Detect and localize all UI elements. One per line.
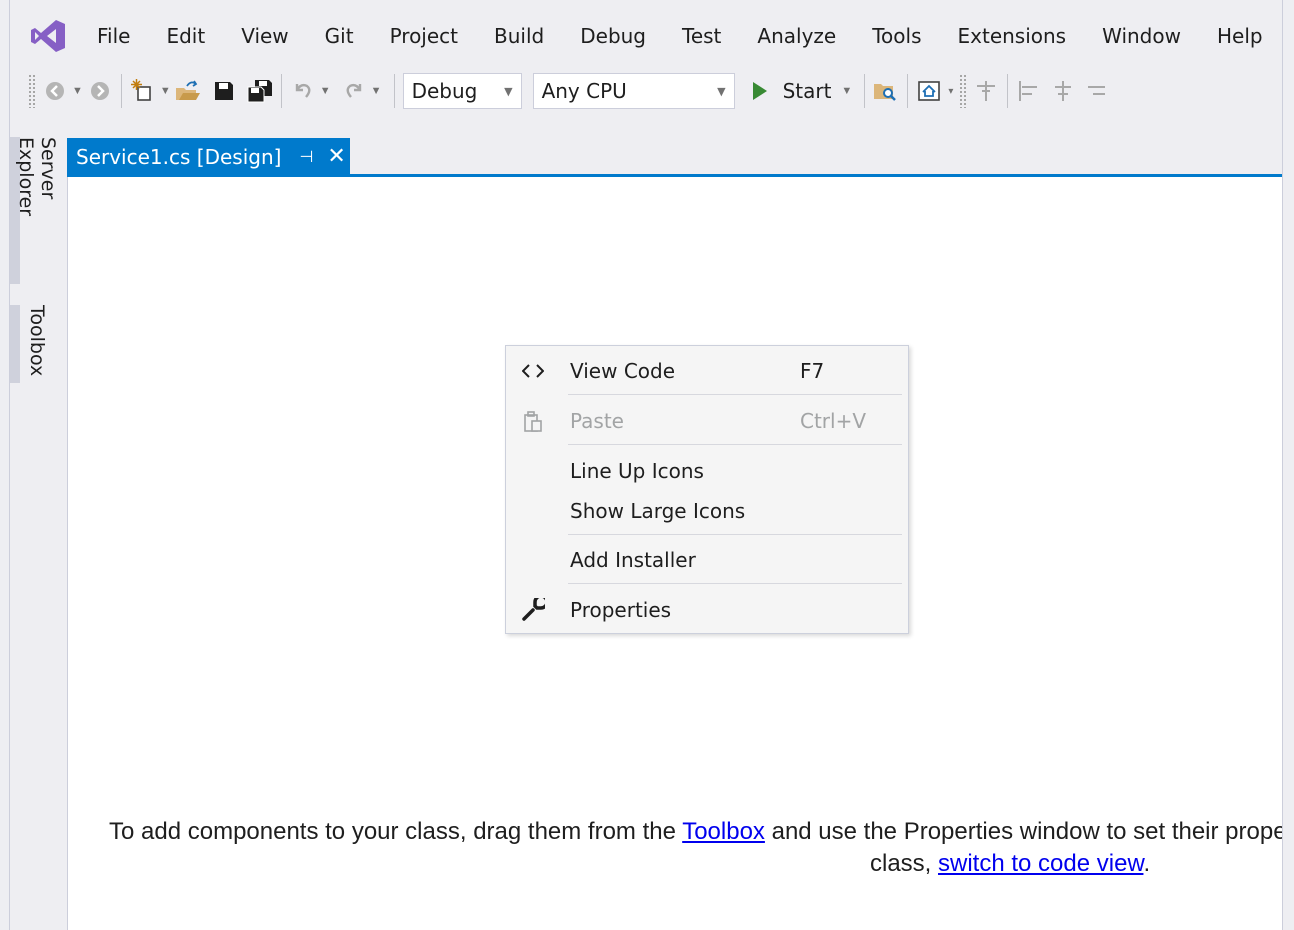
menu-project[interactable]: Project [372, 16, 476, 56]
menu-help[interactable]: Help [1199, 16, 1281, 56]
open-file-icon[interactable] [175, 74, 201, 108]
start-debugging-button[interactable]: Start [747, 79, 832, 103]
back-dropdown-icon[interactable]: ▼ [72, 85, 83, 97]
hint-text: To add components to your class, drag th… [109, 818, 683, 845]
standard-toolbar: ▼ ▼ ▼ ▼ Debug ▼ Any CPU ▼ Start ▼ ▾ [10, 66, 1282, 116]
align-rights-icon[interactable] [1082, 74, 1108, 108]
code-brackets-icon [506, 364, 560, 378]
view-code-label: View Code [570, 359, 676, 383]
redo-dropdown-icon[interactable]: ▼ [371, 85, 382, 97]
menu-bar: File Edit View Git Project Build Debug T… [10, 10, 1282, 62]
navigate-forward-icon[interactable] [87, 74, 113, 108]
solution-configuration-combo[interactable]: Debug ▼ [402, 73, 522, 109]
toolbar-grip[interactable] [959, 74, 968, 108]
toolbar-separator [280, 74, 282, 108]
save-all-icon[interactable] [247, 74, 273, 108]
find-in-files-icon[interactable] [873, 74, 899, 108]
navigate-back-icon[interactable] [42, 74, 68, 108]
menu-separator [568, 444, 902, 445]
save-icon[interactable] [211, 74, 237, 108]
browser-link-icon[interactable] [916, 74, 942, 108]
menu-window[interactable]: Window [1084, 16, 1199, 56]
menu-file[interactable]: File [79, 16, 148, 56]
menu-debug[interactable]: Debug [562, 16, 664, 56]
menu-build[interactable]: Build [476, 16, 562, 56]
visual-studio-logo-icon[interactable] [27, 15, 69, 57]
toolbar-overflow-icon[interactable]: ▾ [948, 86, 953, 97]
document-tab-service1-design[interactable]: Service1.cs [Design] ⊣ ✕ [67, 138, 350, 175]
server-explorer-tab[interactable]: Server Explorer [10, 137, 59, 284]
toolbar-grip[interactable] [28, 74, 36, 108]
designer-hint-area: To add components to your class, drag th… [67, 800, 1282, 900]
undo-icon[interactable] [290, 74, 316, 108]
chevron-down-icon: ▼ [717, 84, 726, 98]
toolbox-label: Toolbox [26, 305, 48, 377]
properties-label: Properties [570, 598, 672, 622]
toolbox-tab[interactable]: Toolbox [10, 305, 50, 383]
new-project-icon[interactable] [130, 74, 156, 108]
redo-icon[interactable] [341, 74, 367, 108]
designer-hint-line2: class, switch to code view. [870, 850, 1150, 878]
view-code-shortcut: F7 [800, 359, 825, 383]
align-to-grid-icon[interactable] [973, 74, 999, 108]
menu-item-add-installer[interactable]: Add Installer [506, 540, 908, 580]
solution-platform-value: Any CPU [541, 79, 627, 103]
server-explorer-label: Server Explorer [15, 137, 59, 217]
menu-item-line-up-icons[interactable]: Line Up Icons [506, 451, 908, 491]
menu-separator [568, 534, 902, 535]
align-lefts-icon[interactable] [1016, 74, 1042, 108]
start-label: Start [782, 79, 832, 103]
side-tool-tabs: Server Explorer Toolbox [10, 137, 66, 927]
toolbar-separator [393, 74, 395, 108]
line-up-icons-label: Line Up Icons [570, 459, 704, 483]
solution-platform-combo[interactable]: Any CPU ▼ [532, 73, 735, 109]
switch-to-code-view-link[interactable]: switch to code view [938, 850, 1143, 877]
paste-label: Paste [570, 409, 624, 433]
toolbar-separator [1007, 74, 1009, 108]
close-tab-icon[interactable]: ✕ [327, 144, 345, 169]
chevron-down-icon: ▼ [504, 84, 513, 98]
menu-item-paste[interactable]: Paste Ctrl+V [506, 401, 908, 441]
start-dropdown-icon[interactable]: ▼ [841, 85, 852, 97]
context-menu: View Code F7 Paste Ctrl+V Line Up Icons … [505, 345, 909, 634]
menu-separator [568, 394, 902, 395]
toolbar-separator [120, 74, 122, 108]
menu-item-view-code[interactable]: View Code F7 [506, 351, 908, 391]
menu-git[interactable]: Git [307, 16, 372, 56]
show-large-icons-label: Show Large Icons [570, 499, 746, 523]
play-icon [752, 82, 767, 100]
toolbar-separator [864, 74, 866, 108]
align-centers-icon[interactable] [1050, 74, 1076, 108]
toolbar-separator [907, 74, 909, 108]
toolbox-link[interactable]: Toolbox [682, 818, 765, 845]
designer-hint-line1: To add components to your class, drag th… [109, 818, 1282, 846]
menu-view[interactable]: View [223, 16, 306, 56]
menu-extensions[interactable]: Extensions [940, 16, 1085, 56]
hint-text: class, [870, 850, 939, 877]
undo-dropdown-icon[interactable]: ▼ [320, 85, 331, 97]
new-project-dropdown-icon[interactable]: ▼ [160, 85, 171, 97]
document-tab-title: Service1.cs [Design] [76, 144, 282, 169]
hint-text: . [1143, 850, 1151, 877]
wrench-icon [506, 598, 560, 622]
hint-text: and use the Properties window to set the… [771, 818, 1282, 845]
menu-item-show-large-icons[interactable]: Show Large Icons [506, 491, 908, 531]
menu-item-properties[interactable]: Properties [506, 590, 908, 630]
menu-edit[interactable]: Edit [148, 16, 223, 56]
menu-separator [568, 583, 902, 584]
add-installer-label: Add Installer [570, 548, 696, 572]
clipboard-icon [506, 409, 560, 433]
paste-shortcut: Ctrl+V [800, 409, 867, 433]
menu-test[interactable]: Test [664, 16, 739, 56]
menu-tools[interactable]: Tools [854, 16, 939, 56]
pin-tab-icon[interactable]: ⊣ [299, 147, 313, 166]
menu-analyze[interactable]: Analyze [739, 16, 854, 56]
solution-configuration-value: Debug [411, 79, 478, 103]
